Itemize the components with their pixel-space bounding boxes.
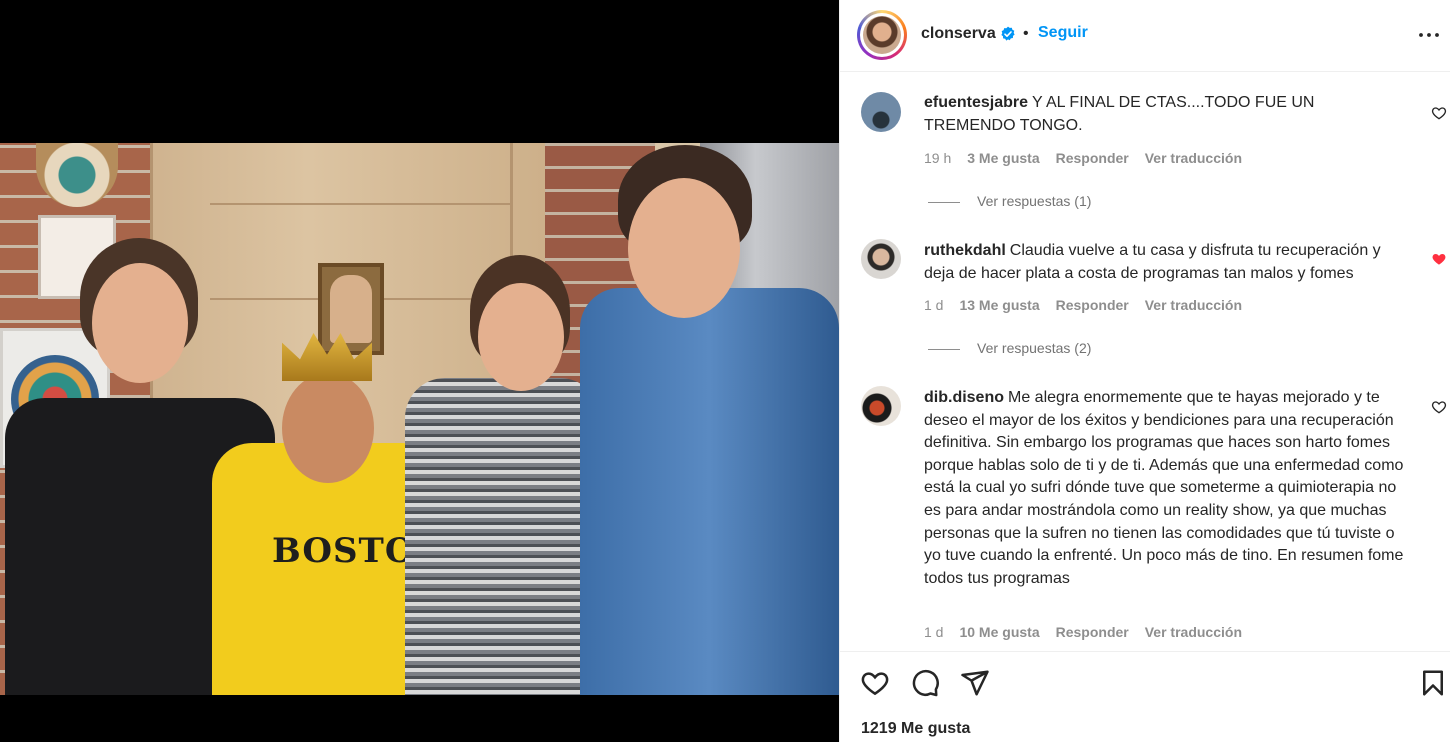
heart-outline-icon[interactable] (1431, 105, 1447, 121)
follow-button[interactable]: Seguir (1038, 24, 1088, 42)
post-actions-bar: 1219 Me gusta (840, 651, 1450, 742)
replies-line (928, 348, 960, 350)
save-bookmark-icon[interactable] (1418, 668, 1448, 698)
translate-button[interactable]: Ver traducción (1145, 150, 1242, 166)
comment-likes[interactable]: 3 Me gusta (967, 150, 1039, 166)
portrait-frame (318, 263, 384, 355)
panel-seam (210, 203, 510, 205)
replies-line (928, 201, 960, 203)
commenter-avatar[interactable] (861, 386, 901, 426)
view-replies-button[interactable]: Ver respuestas (1) (928, 193, 1091, 209)
owner-avatar[interactable] (857, 10, 907, 60)
comment-bubble-icon[interactable] (910, 668, 940, 698)
commenter-avatar[interactable] (861, 239, 901, 279)
reply-button[interactable]: Responder (1056, 297, 1129, 313)
post-media-pane: BOSTON (0, 0, 839, 742)
share-paper-plane-icon[interactable] (960, 668, 990, 698)
post-photo[interactable]: BOSTON (0, 143, 839, 695)
owner-avatar-image (863, 16, 901, 54)
comment-text: Me alegra enormemente que te hayas mejor… (924, 389, 1404, 587)
view-replies-button[interactable]: Ver respuestas (2) (928, 340, 1091, 356)
translate-button[interactable]: Ver traducción (1145, 624, 1242, 640)
reply-button[interactable]: Responder (1056, 150, 1129, 166)
comment-meta: 1 d 13 Me gusta Responder Ver traducción (924, 297, 1258, 313)
comment-likes[interactable]: 13 Me gusta (959, 297, 1039, 313)
commenter-username[interactable]: dib.diseno (924, 389, 1004, 406)
post-header: clonserva • Seguir (840, 0, 1450, 72)
comment-meta: 19 h 3 Me gusta Responder Ver traducción (924, 150, 1258, 166)
heart-outline-icon[interactable] (1431, 399, 1447, 415)
commenter-avatar[interactable] (861, 92, 901, 132)
comment-time: 19 h (924, 150, 952, 166)
post-side-panel: clonserva • Seguir efuentesjabre Y AL FIN… (839, 0, 1450, 742)
reply-button[interactable]: Responder (1056, 624, 1129, 640)
comment-time: 1 d (924, 624, 944, 640)
heart-filled-icon[interactable] (1431, 251, 1447, 267)
comment-meta: 1 d 10 Me gusta Responder Ver traducción (924, 624, 1258, 640)
separator-dot: • (1023, 25, 1029, 42)
commenter-username[interactable]: efuentesjabre (924, 94, 1028, 111)
owner-username-link[interactable]: clonserva (921, 25, 996, 43)
verified-badge-icon (1001, 26, 1015, 41)
translate-button[interactable]: Ver traducción (1145, 297, 1242, 313)
comment-time: 1 d (924, 297, 944, 313)
likes-count[interactable]: 1219 Me gusta (861, 720, 970, 738)
comments-list[interactable]: efuentesjabre Y AL FINAL DE CTAS....TODO … (840, 73, 1450, 651)
more-options-icon[interactable] (1418, 27, 1440, 43)
like-heart-icon[interactable] (860, 668, 890, 698)
comment-likes[interactable]: 10 Me gusta (959, 624, 1039, 640)
commenter-username[interactable]: ruthekdahl (924, 242, 1006, 259)
